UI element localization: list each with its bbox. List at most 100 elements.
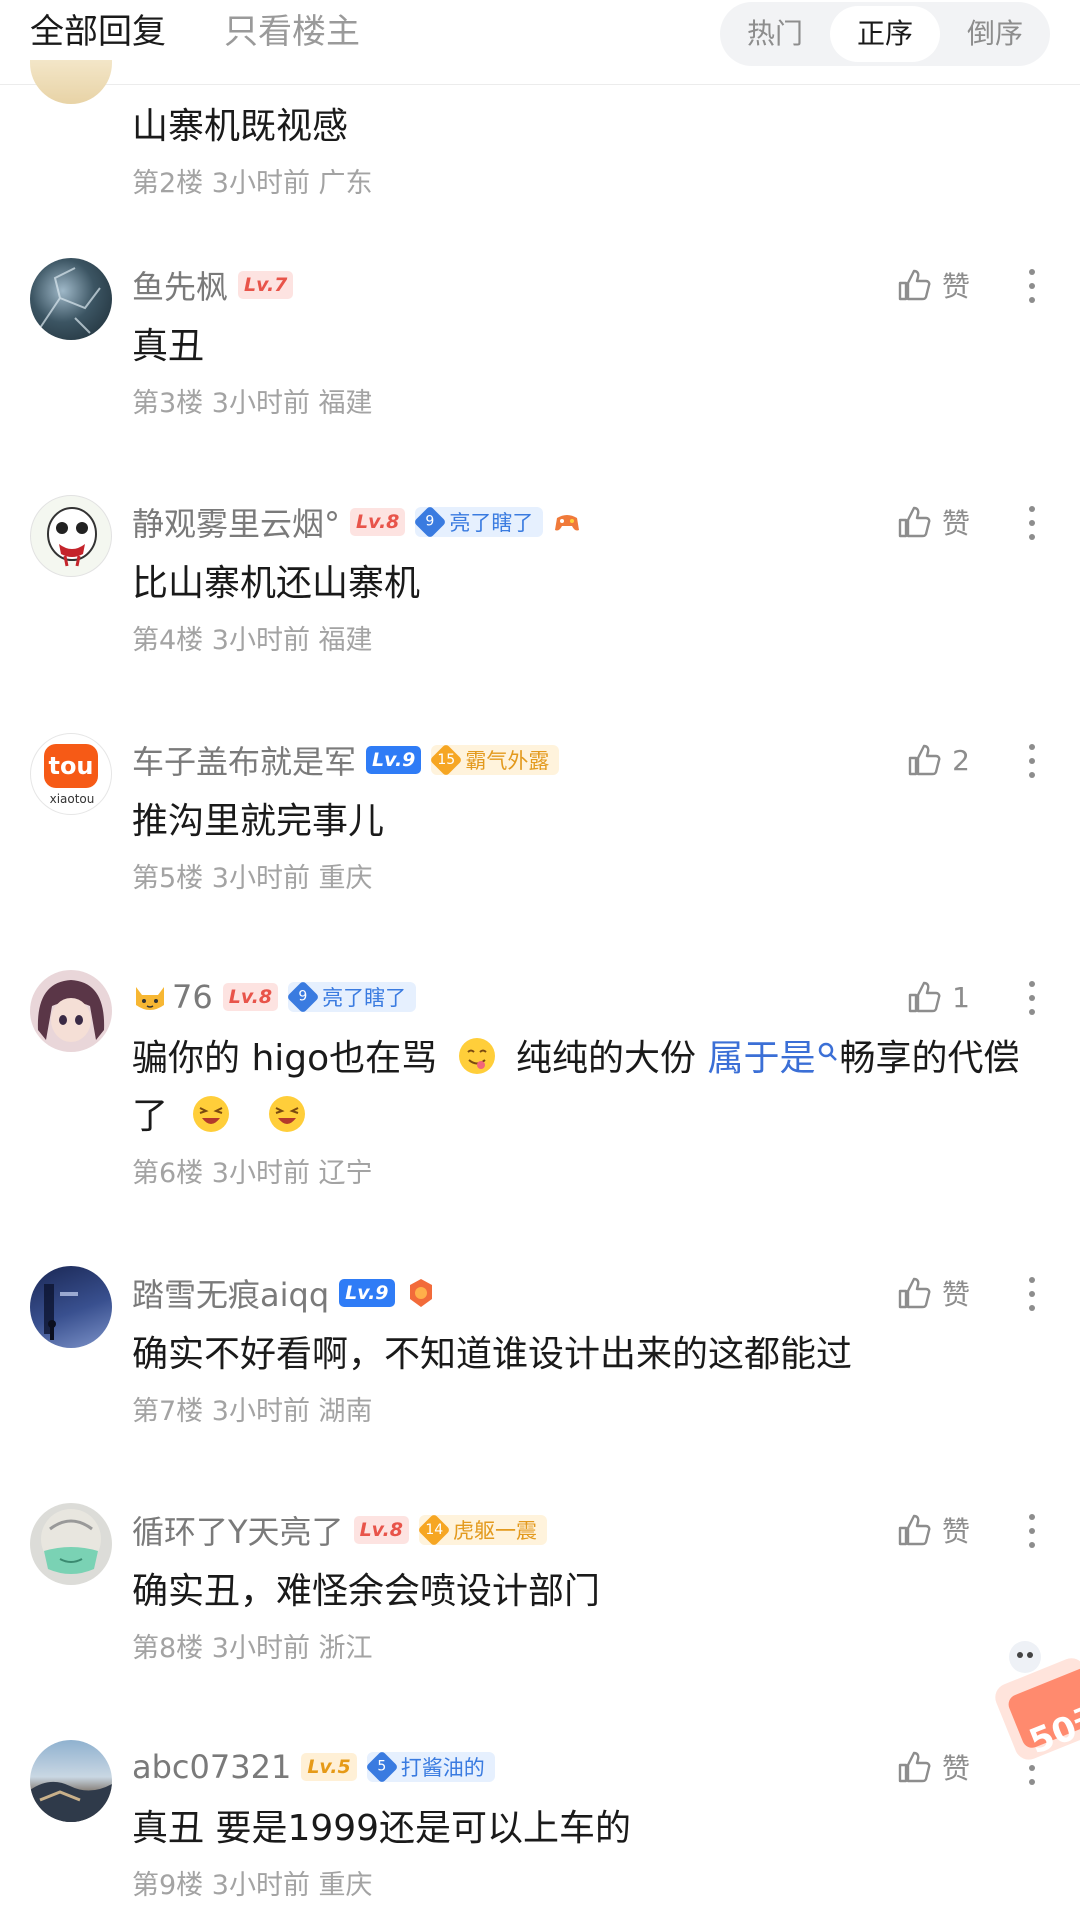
username[interactable]: 静观雾里云烟° [132, 499, 340, 545]
fan-badge: 9 亮了瞎了 [413, 505, 544, 539]
sort-ascending-option[interactable]: 正序 [830, 6, 940, 62]
comment-meta: 车子盖布就是军 Lv.9 15 霸气外露 [132, 737, 560, 783]
like-button[interactable]: 赞 [894, 262, 970, 308]
avatar[interactable] [30, 495, 112, 577]
flower-badge-icon [409, 1279, 432, 1307]
tab-op-only[interactable]: 只看楼主 [224, 10, 360, 54]
avatar[interactable] [30, 258, 112, 340]
fan-badge: 14 虎躯一震 [417, 1513, 547, 1547]
fan-badge-title: 亮了瞎了 [322, 986, 407, 1010]
search-link[interactable]: 属于是 [708, 1038, 840, 1079]
username[interactable]: 车子盖布就是军 [132, 737, 356, 783]
fan-badge-title: 打酱油的 [400, 1756, 485, 1780]
comment-meta: 鱼先枫 Lv.7 [132, 262, 294, 308]
comment-text: 真丑 [132, 326, 205, 367]
like-count: 赞 [941, 1515, 970, 1548]
like-count: 1 [952, 980, 970, 1014]
thumbs-up-icon [908, 744, 941, 776]
avatar-logo-subtext: xiaotou [49, 792, 95, 806]
comment-meta: 循环了Y天亮了 Lv.8 14 虎躯一震 [132, 1507, 547, 1553]
avatar[interactable] [30, 1266, 112, 1348]
more-options-icon[interactable] [1024, 1511, 1040, 1551]
comment-meta: 踏雪无痕aiqq Lv.9 [132, 1270, 437, 1316]
thumbs-up-icon [898, 1277, 931, 1309]
laughing-emoji-icon [193, 1096, 230, 1132]
fan-badge-title: 亮了瞎了 [449, 511, 534, 535]
avatar[interactable] [30, 60, 112, 104]
thumbs-up-icon [898, 1514, 931, 1546]
thumbs-up-icon [898, 269, 931, 301]
search-icon [818, 1042, 837, 1061]
like-button[interactable]: 赞 [894, 1507, 970, 1553]
like-count: 赞 [941, 507, 970, 540]
fan-badge-title: 虎躯一震 [452, 1519, 537, 1543]
comment-text: 推沟里就完事儿 [132, 801, 385, 842]
like-count: 赞 [941, 1278, 970, 1311]
floor-info: 第7楼 3小时前 湖南 [132, 1396, 373, 1427]
username[interactable]: 循环了Y天亮了 [132, 1507, 344, 1553]
avatar-logo: tou [44, 744, 98, 788]
avatar[interactable]: tou xiaotou [30, 733, 112, 815]
search-link-text: 属于是 [707, 1038, 816, 1079]
like-button[interactable]: 2 [904, 737, 970, 783]
fan-badge-number: 14 [425, 1521, 443, 1538]
laughing-emoji-icon [268, 1096, 305, 1132]
fan-badge-number: 9 [425, 513, 435, 530]
level-badge: Lv.7 [238, 271, 294, 299]
floor-info: 第4楼 3小时前 福建 [132, 625, 373, 656]
username[interactable]: 踏雪无痕aiqq [132, 1270, 329, 1316]
avatar[interactable] [30, 970, 112, 1052]
floor-info: 第6楼 3小时前 辽宁 [132, 1158, 373, 1189]
floor-info: 第5楼 3小时前 重庆 [132, 863, 373, 894]
like-button[interactable]: 赞 [894, 1744, 970, 1790]
floor-info: 第3楼 3小时前 福建 [132, 388, 373, 419]
more-options-icon[interactable] [1024, 978, 1040, 1018]
level-badge: Lv.5 [301, 1753, 357, 1781]
level-badge: Lv.9 [339, 1279, 395, 1307]
tab-all-replies[interactable]: 全部回复 [30, 10, 166, 54]
level-badge: Lv.8 [222, 983, 279, 1011]
cat-emoji-icon [136, 987, 164, 1010]
more-options-icon[interactable] [1024, 266, 1040, 306]
more-options-icon[interactable] [1024, 503, 1040, 543]
comment-meta: 静观雾里云烟° Lv.8 9 亮了瞎了 [132, 499, 581, 545]
level-badge: Lv.9 [366, 746, 422, 774]
fan-badge-number: 15 [437, 751, 456, 768]
comment-text: 确实丑，难怪余会喷设计部门 [132, 1571, 601, 1612]
comment-text: 真丑 要是1999还是可以上车的 [132, 1808, 632, 1849]
thumbs-up-icon [898, 1751, 931, 1783]
comment-text-part: 骗你的 higo也在骂 [132, 1038, 438, 1079]
like-count: 赞 [941, 1752, 970, 1785]
avatar[interactable] [30, 1740, 112, 1822]
username[interactable]: 鱼先枫 [132, 262, 228, 308]
fan-badge-number: 5 [377, 1758, 387, 1775]
comment-text: 山寨机既视感 [132, 106, 349, 147]
more-options-icon[interactable] [1024, 1274, 1040, 1314]
thumbs-up-icon [908, 981, 941, 1013]
sort-hot-option[interactable]: 热门 [720, 2, 830, 66]
like-count: 赞 [941, 270, 970, 303]
thumbs-up-icon [898, 506, 931, 538]
like-button[interactable]: 1 [904, 974, 970, 1020]
floor-info: 第8楼 3小时前 浙江 [132, 1633, 373, 1664]
level-badge: Lv.8 [350, 508, 406, 536]
username[interactable]: abc07321 [132, 1748, 291, 1786]
comment-text: 比山寨机还山寨机 [132, 563, 421, 604]
username[interactable]: 76 [172, 978, 213, 1016]
floor-info: 第2楼 3小时前 广东 [132, 168, 373, 199]
red-packet-float-button[interactable]: 50元 [995, 1635, 1080, 1765]
sort-descending-option[interactable]: 倒序 [940, 2, 1050, 66]
comment-text: 骗你的 higo也在骂 纯纯的大份 属于是 畅享的代偿了 [132, 1030, 1042, 1146]
comment-meta: 76 Lv.8 9 亮了瞎了 [132, 974, 417, 1020]
fan-badge: 9 亮了瞎了 [286, 980, 417, 1014]
sort-switch: 热门 正序 倒序 [720, 2, 1050, 66]
like-button[interactable]: 赞 [894, 1270, 970, 1316]
more-options-icon[interactable] [1024, 741, 1040, 781]
game-controller-icon [555, 515, 580, 531]
level-badge: Lv.8 [353, 1516, 409, 1544]
like-count: 2 [952, 743, 970, 777]
like-button[interactable]: 赞 [894, 499, 970, 545]
avatar[interactable] [30, 1503, 112, 1585]
fan-badge-number: 9 [298, 988, 308, 1005]
fan-badge-title: 霸气外露 [465, 749, 550, 773]
